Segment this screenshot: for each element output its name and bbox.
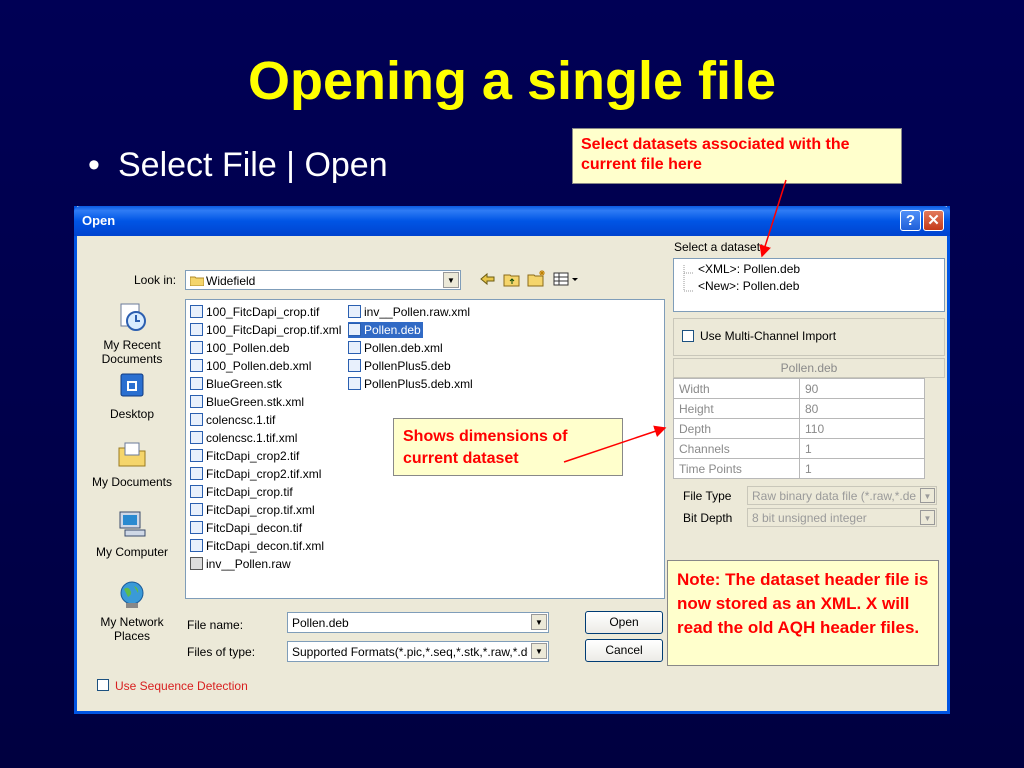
arrow-to-dimensions <box>563 425 667 463</box>
arrow-to-dataset-tree <box>759 179 787 258</box>
callout-arrows <box>563 179 787 463</box>
